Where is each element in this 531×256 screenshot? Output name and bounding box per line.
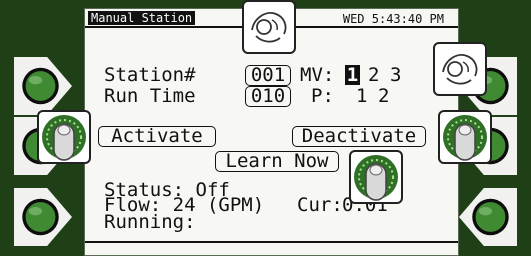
- press-gesture-finger-icon-right: [438, 110, 492, 164]
- left-soft-button-1[interactable]: [14, 57, 72, 115]
- screen-title: Manual Station: [88, 11, 196, 25]
- rotate-gesture-hand-icon-right: [433, 42, 487, 96]
- run-time-label: Run Time: [104, 85, 196, 107]
- master-valve-option-2[interactable]: 2: [368, 65, 379, 85]
- current-label: Cur:: [297, 194, 343, 216]
- press-gesture-finger-icon-left: [37, 110, 91, 164]
- master-valve-option-1[interactable]: 1: [345, 65, 360, 85]
- right-soft-button-3[interactable]: [459, 188, 517, 246]
- run-time-field[interactable]: 010: [245, 86, 291, 107]
- pump-option-2[interactable]: 2: [378, 86, 389, 106]
- left-soft-button-3[interactable]: [14, 188, 72, 246]
- deactivate-button[interactable]: Deactivate: [292, 126, 426, 147]
- running-text: Running:: [104, 211, 196, 233]
- pump-option-1[interactable]: 1: [356, 86, 367, 106]
- master-valve-option-3[interactable]: 3: [390, 65, 401, 85]
- station-label: Station#: [104, 64, 196, 86]
- master-valve-label: MV:: [300, 64, 335, 86]
- activate-button[interactable]: Activate: [98, 126, 216, 147]
- station-number-field[interactable]: 001: [245, 65, 291, 86]
- learn-now-button[interactable]: Learn Now: [215, 151, 339, 172]
- bottom-divider: [85, 241, 458, 243]
- press-gesture-finger-icon-center: [349, 150, 403, 204]
- datetime-display: WED 5:43:40 PM: [342, 12, 444, 26]
- rotate-gesture-hand-icon-top: [242, 0, 296, 54]
- pump-label: P:: [311, 85, 334, 107]
